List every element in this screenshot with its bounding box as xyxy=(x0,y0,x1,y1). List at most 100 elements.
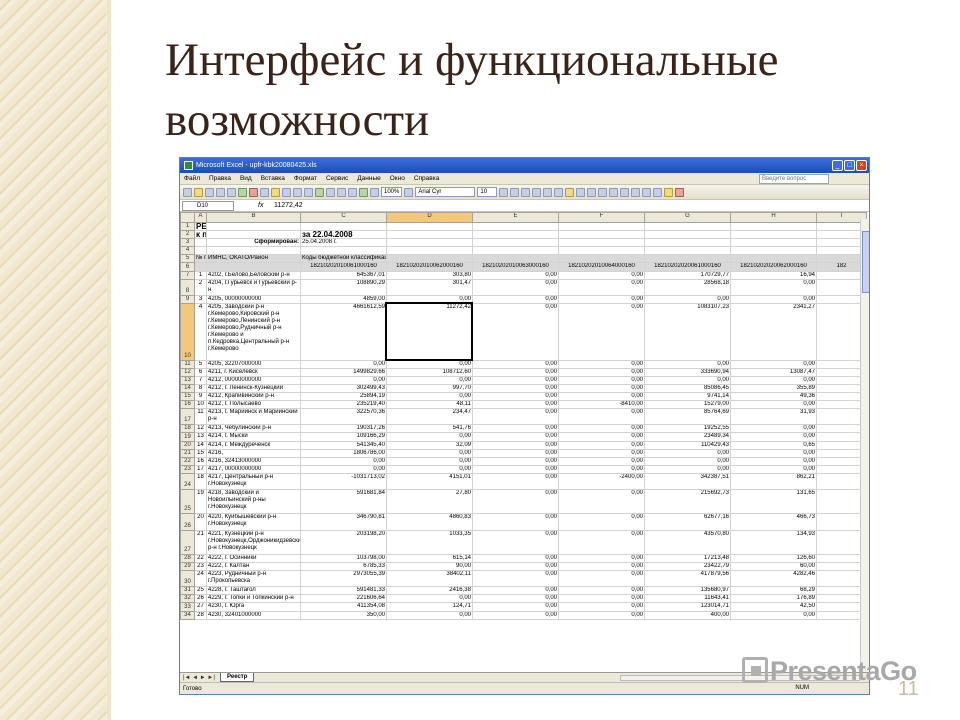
cell[interactable]: 0,65 xyxy=(730,440,817,450)
cell[interactable]: 0,00 xyxy=(472,594,559,604)
cell[interactable]: 0,00 xyxy=(472,424,559,434)
print-preview-icon[interactable] xyxy=(227,187,236,197)
cell[interactable]: 11272,42 xyxy=(386,302,473,361)
cell[interactable]: 4 xyxy=(194,302,207,361)
row-header[interactable]: 24 xyxy=(180,472,195,491)
cell[interactable]: 22 xyxy=(194,553,207,564)
cell[interactable]: -2400,00 xyxy=(558,472,645,491)
cell[interactable]: 221606,64 xyxy=(300,594,387,604)
cell[interactable]: 23489,34 xyxy=(644,432,731,442)
column-header-d[interactable]: D xyxy=(386,212,473,223)
cell[interactable]: 85764,69 xyxy=(644,408,731,426)
cell[interactable]: 0,00 xyxy=(730,424,817,434)
cell[interactable] xyxy=(816,489,867,515)
cell[interactable]: 0,00 xyxy=(472,440,559,450)
cell[interactable]: 19 xyxy=(194,489,207,515)
menu-item-7[interactable]: Окно xyxy=(390,175,405,182)
cell[interactable]: 301,47 xyxy=(386,278,473,296)
cell[interactable]: 0,00 xyxy=(558,489,645,515)
cell[interactable]: 135680,97 xyxy=(644,586,731,596)
column-header-c[interactable]: C xyxy=(300,212,387,223)
row-header[interactable]: 29 xyxy=(180,561,195,572)
cell[interactable]: 4214, г. Междуреченск xyxy=(206,440,301,450)
cell[interactable] xyxy=(816,440,867,450)
cell[interactable]: 0,00 xyxy=(644,375,731,385)
cell[interactable]: 0,00 xyxy=(386,432,473,442)
row-header[interactable]: 1 xyxy=(180,221,195,232)
cell[interactable]: 182 xyxy=(816,262,867,272)
align-left-icon[interactable] xyxy=(532,187,542,197)
cell[interactable]: 411354,08 xyxy=(300,602,387,612)
cell[interactable] xyxy=(386,221,473,232)
cell[interactable]: 0,00 xyxy=(730,294,817,304)
cell[interactable]: 0,00 xyxy=(386,359,473,369)
row-header[interactable]: 9 xyxy=(180,294,195,304)
cell[interactable]: 0,00 xyxy=(558,294,645,304)
cell[interactable] xyxy=(816,456,867,466)
cell[interactable]: 0,00 xyxy=(558,586,645,596)
cell[interactable]: 0,00 xyxy=(558,513,645,531)
cell[interactable]: 0,00 xyxy=(472,375,559,385)
cell[interactable] xyxy=(730,230,817,240)
cell[interactable]: 103798,00 xyxy=(300,553,387,564)
cell[interactable]: 0,00 xyxy=(730,278,817,296)
cell[interactable] xyxy=(816,375,867,385)
cell[interactable]: -1031713,02 xyxy=(300,472,387,491)
cell[interactable]: 0,00 xyxy=(558,456,645,466)
cell[interactable]: 0,00 xyxy=(644,464,731,474)
help-search-input[interactable]: Введите вопрос xyxy=(759,174,829,184)
cell[interactable]: 62677,16 xyxy=(644,513,731,531)
paste-icon[interactable] xyxy=(271,187,280,197)
cell[interactable]: 0,00 xyxy=(558,375,645,385)
row-header[interactable]: 23 xyxy=(180,464,195,474)
row-header[interactable]: 8 xyxy=(180,278,195,296)
cell[interactable]: 0,00 xyxy=(730,400,817,410)
cell[interactable]: 20 xyxy=(194,513,207,531)
cell[interactable]: 131,65 xyxy=(730,489,817,515)
row-header[interactable]: 3 xyxy=(180,238,195,248)
cell[interactable]: 417879,56 xyxy=(644,570,731,588)
cell[interactable]: 21 xyxy=(194,529,207,555)
cell[interactable]: 0,00 xyxy=(558,270,645,280)
menu-item-1[interactable]: Правка xyxy=(209,175,231,182)
cell[interactable]: 108890,29 xyxy=(300,278,387,296)
cell[interactable]: 0,00 xyxy=(472,529,559,555)
row-header[interactable]: 17 xyxy=(180,408,195,426)
cell[interactable]: 25 xyxy=(194,586,207,596)
cell[interactable]: 234,47 xyxy=(386,408,473,426)
cell[interactable] xyxy=(194,246,207,256)
cell[interactable]: 4212, г. Ленинск-Кузнецкий xyxy=(206,383,301,394)
column-header-g[interactable]: G xyxy=(644,212,731,223)
cell[interactable] xyxy=(386,254,473,264)
cell[interactable] xyxy=(816,278,867,296)
cell[interactable]: 0,00 xyxy=(558,561,645,572)
cell[interactable]: 346790,81 xyxy=(300,513,387,531)
sort-descending-icon[interactable] xyxy=(348,187,357,197)
cell[interactable]: 0,00 xyxy=(386,456,473,466)
row-header[interactable]: 7 xyxy=(180,270,195,280)
row-header[interactable]: 22 xyxy=(180,456,195,466)
cell[interactable]: 0,00 xyxy=(472,448,559,458)
spelling-icon[interactable] xyxy=(238,187,247,197)
cell[interactable]: 0,00 xyxy=(558,553,645,564)
cell[interactable]: 0,00 xyxy=(730,610,817,620)
cell[interactable]: 0,00 xyxy=(644,448,731,458)
row-header[interactable]: 10 xyxy=(180,302,195,361)
cell[interactable]: 28 xyxy=(194,610,207,620)
cell[interactable] xyxy=(300,221,387,232)
row-header[interactable]: 5 xyxy=(180,254,195,264)
autosum-icon[interactable] xyxy=(326,187,335,197)
cell[interactable]: 2973055,39 xyxy=(300,570,387,588)
cell[interactable]: 0,00 xyxy=(472,383,559,394)
cell[interactable]: 18 xyxy=(194,472,207,491)
cell[interactable]: 11 xyxy=(194,408,207,426)
cell[interactable] xyxy=(816,561,867,572)
menu-item-3[interactable]: Вставка xyxy=(261,175,285,182)
italic-icon[interactable] xyxy=(510,187,520,197)
cell[interactable]: 0,00 xyxy=(386,448,473,458)
cell[interactable]: 4202, г.Белово,Беловский р-н xyxy=(206,270,301,280)
cell[interactable] xyxy=(816,367,867,377)
cell[interactable]: 541345,40 xyxy=(300,440,387,450)
cell[interactable] xyxy=(558,230,645,240)
row-header[interactable]: 18 xyxy=(180,424,195,434)
